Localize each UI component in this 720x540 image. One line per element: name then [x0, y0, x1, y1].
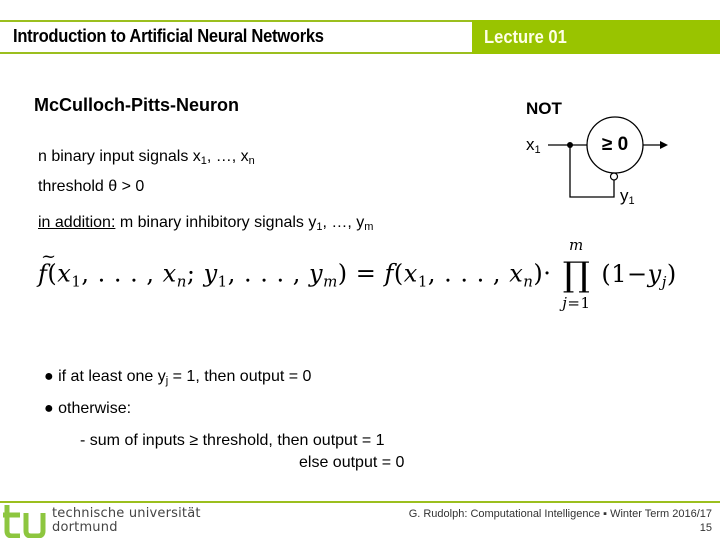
footer-credit: G. Rudolph: Computational Intelligence ▪…: [409, 507, 712, 535]
page-number: 15: [699, 522, 712, 534]
slide-heading: McCulloch-Pitts-Neuron: [34, 95, 239, 115]
bullet-inhibited: ● if at least one yj = 1, then output = …: [44, 368, 312, 387]
output-arrow-icon: [660, 141, 668, 149]
lecture-label: Lecture 01: [484, 27, 567, 47]
product-operator: m ∏ j=1: [557, 236, 595, 312]
inhibition-formula: f(x1, . . . , xn; y1, . . . , ym) = f(x1…: [38, 236, 677, 312]
footer-course-credit: G. Rudolph: Computational Intelligence ▪…: [408, 508, 712, 520]
inputs-middle: , …, x: [206, 148, 249, 165]
bullet-otherwise: ● otherwise:: [44, 400, 132, 417]
inhibitory-description: in addition: m binary inhibitory signals…: [38, 214, 374, 233]
product-upper-limit: m: [569, 236, 584, 254]
inputs-subn: n: [248, 155, 255, 167]
diagram-input-label: x1: [526, 135, 541, 156]
university-name: technische universität dortmund: [52, 506, 201, 535]
threshold-label: ≥ 0: [601, 134, 629, 155]
rule-fire: - sum of inputs ≥ threshold, then output…: [80, 432, 385, 449]
inhibitory-prefix: m binary inhibitory signals y: [115, 214, 317, 231]
product-lower-limit: j=1: [562, 294, 591, 312]
lecture-badge: Lecture 01: [472, 20, 720, 54]
inhibitory-subm: m: [364, 221, 374, 233]
threshold-description: threshold θ > 0: [38, 178, 145, 195]
f-tilde: f: [38, 246, 57, 288]
f-symbol: f: [384, 259, 394, 288]
product-factor: (1−yj): [601, 259, 677, 291]
rule-else: else output = 0: [299, 454, 405, 471]
course-title: Introduction to Artificial Neural Networ…: [13, 26, 324, 46]
inhibitory-input-marker: [609, 172, 619, 181]
diagram-inhibitory-label: y1: [620, 186, 635, 207]
in-addition-label: in addition:: [38, 214, 116, 231]
not-neuron-diagram: [548, 116, 668, 198]
inputs-prefix: n binary input signals x: [38, 148, 201, 165]
inputs-description: n binary input signals x1, …, xn: [38, 148, 255, 167]
tu-logo-icon: [3, 505, 46, 538]
footer-rule: [0, 501, 720, 503]
inhibitory-middle: , …, y: [322, 214, 365, 231]
